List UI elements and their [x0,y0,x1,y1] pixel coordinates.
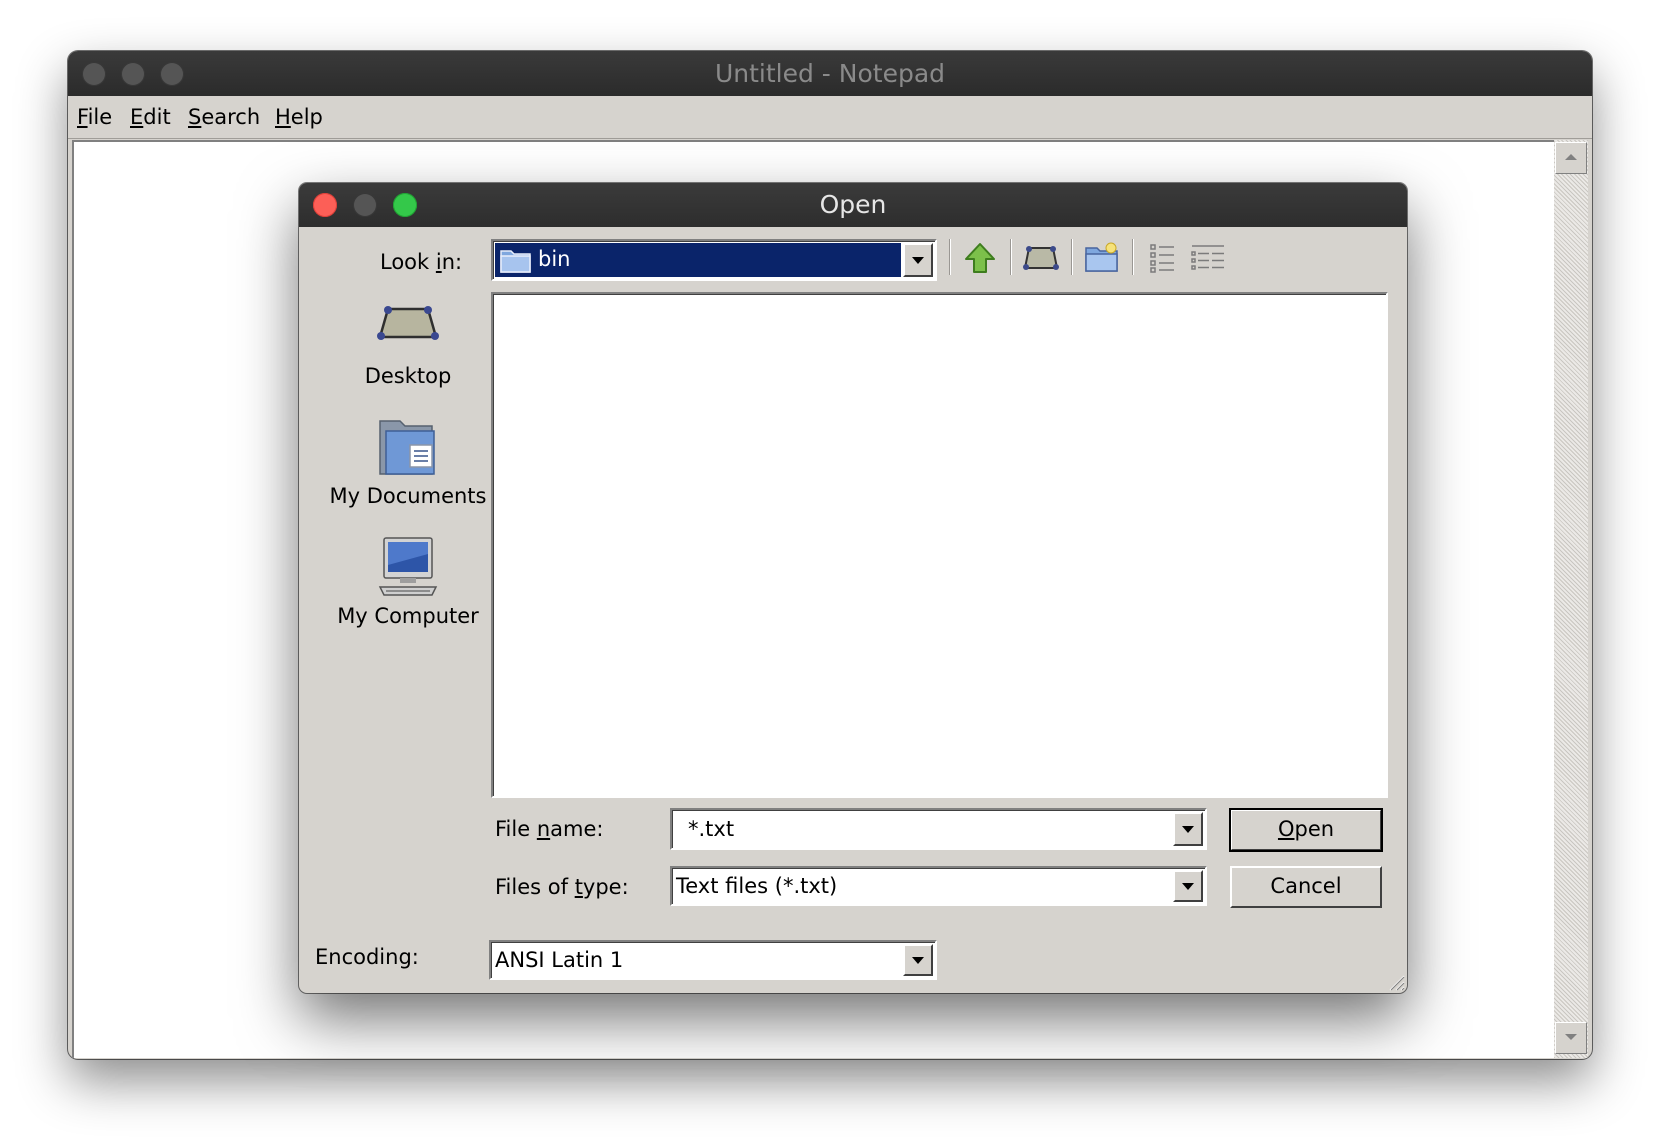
scroll-up-button[interactable] [1555,142,1587,174]
encoding-combobox[interactable]: ANSI Latin 1 [489,940,937,980]
toolbar-separator [1010,239,1012,275]
toolbar-separator [1132,239,1134,275]
menu-help[interactable]: Help [275,105,323,129]
window-title: Untitled - Notepad [714,59,946,88]
vertical-scrollbar[interactable] [1554,140,1588,1058]
menu-file-accel: F [77,105,88,129]
look-in-value: bin [538,247,571,271]
menu-help-label: elp [290,105,323,129]
details-view-icon [1191,245,1224,270]
places-my-computer[interactable]: My Computer [322,535,494,629]
file-name-label-accel: n [536,817,551,841]
files-of-type-label-post: ype: [582,875,629,899]
file-name-label-post: ame: [550,817,604,841]
menu-bar: File Edit Search Help [68,96,1592,139]
places-desktop-label: Desktop [364,364,452,388]
places-my-documents-label: My Documents [329,484,487,508]
places-my-documents-icon-wrap [376,415,440,479]
files-of-type-label: Files of type: [495,874,629,900]
files-of-type-value: Text files (*.txt) [676,874,838,898]
look-in-label: Look in: [380,249,462,275]
open-button-accel: O [1277,817,1295,841]
files-of-type-combobox[interactable]: Text files (*.txt) [670,866,1207,906]
file-name-combobox[interactable]: *.txt [670,808,1207,850]
menu-search-label: earch [201,105,261,129]
desktop-shortcut-button[interactable] [1020,237,1062,279]
look-in-label-pre: Look [380,250,436,274]
open-button-label: pen [1294,817,1335,841]
menu-file-label: ile [87,105,113,129]
encoding-value: ANSI Latin 1 [495,948,624,972]
places-desktop[interactable]: Desktop [322,295,494,389]
look-in-dropdown-button[interactable] [903,243,933,277]
desktop-icon [1023,246,1059,270]
menu-search-accel: S [188,105,202,129]
file-name-label-pre: File [495,817,537,841]
look-in-label-post: n: [441,250,463,274]
open-file-dialog: Open Look in: bin Desktop My Documents M… [299,183,1407,993]
list-view-button[interactable] [1142,237,1184,279]
files-of-type-dropdown-button[interactable] [1173,870,1203,902]
file-name-input[interactable]: *.txt [688,816,734,842]
open-button[interactable]: Open [1229,808,1383,852]
scroll-down-arrow-icon [1565,1034,1577,1040]
list-view-icon [1150,244,1174,273]
folder-icon [500,250,531,273]
menu-help-accel: H [275,105,291,129]
dialog-title-bar[interactable]: Open [299,183,1407,227]
file-name-dropdown-button[interactable] [1173,812,1203,846]
desktop-icon [377,306,439,340]
menu-edit[interactable]: Edit [130,105,171,129]
files-of-type-label-accel: t [574,875,583,899]
encoding-label: Encoding: [315,945,419,969]
encoding-dropdown-button[interactable] [903,944,933,976]
places-my-documents[interactable]: My Documents [322,415,494,509]
file-list-view[interactable] [491,292,1388,798]
look-in-combobox[interactable]: bin [491,239,937,281]
cancel-button[interactable]: Cancel [1230,866,1382,908]
dialog-title: Open [819,190,887,219]
main-title-bar[interactable]: Untitled - Notepad [68,51,1592,96]
places-my-computer-icon-wrap [376,535,440,599]
places-desktop-icon-wrap [376,295,440,359]
places-my-computer-label: My Computer [337,604,479,628]
file-name-label: File name: [495,816,603,842]
toolbar-separator [949,239,951,275]
up-folder-icon [965,243,995,273]
menu-edit-accel: E [130,105,144,129]
computer-icon [378,537,438,596]
create-new-folder-button[interactable] [1081,237,1123,279]
resize-grip-icon[interactable] [1387,973,1405,991]
new-folder-icon [1085,242,1118,272]
documents-folder-icon [379,420,435,475]
scroll-down-button[interactable] [1555,1022,1587,1054]
files-of-type-label-pre: Files of [495,875,575,899]
menu-search[interactable]: Search [188,105,260,129]
menu-file[interactable]: File [77,105,112,129]
scroll-up-arrow-icon [1565,154,1577,160]
up-one-level-button[interactable] [959,237,1001,279]
toolbar-separator [1071,239,1073,275]
details-view-button[interactable] [1187,237,1229,279]
menu-edit-label: dit [143,105,171,129]
